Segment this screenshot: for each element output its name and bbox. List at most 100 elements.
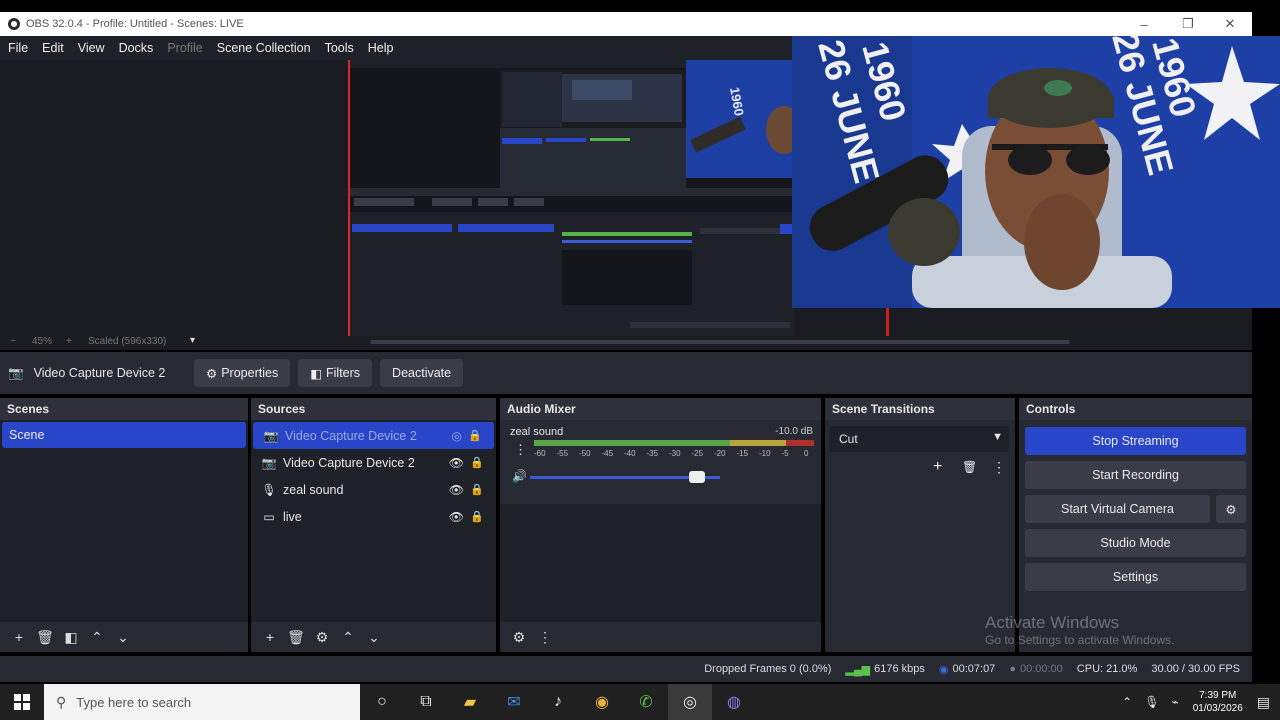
lock-icon[interactable]: 🔒 [470, 483, 484, 496]
trash-icon[interactable]: 🗑 [283, 629, 309, 646]
menu-profile[interactable]: Profile [167, 41, 202, 55]
taskbar-search[interactable]: ⚲ Type here to search [44, 684, 360, 720]
add-source-icon[interactable]: + [257, 629, 283, 645]
stream-time-status: ◉ 00:07:07 [939, 663, 995, 676]
advanced-audio-icon[interactable]: ⚙ [506, 629, 532, 646]
menu-file[interactable]: File [8, 41, 28, 55]
dropped-frames: Dropped Frames 0 (0.0%) [704, 663, 832, 675]
eye-icon[interactable]: 👁 [449, 483, 464, 497]
menu-edit[interactable]: Edit [42, 41, 64, 55]
scenes-dock: Scenes Scene + 🗑 ◧ ⌃ ⌄ [0, 398, 248, 652]
menu-docks[interactable]: Docks [119, 41, 154, 55]
start-virtual-camera-button[interactable]: Start Virtual Camera [1025, 495, 1210, 523]
bitrate-status: ▂▄▆ 6176 kbps [845, 663, 924, 676]
task-view-icon[interactable]: ⧉ [404, 684, 448, 720]
activate-windows-watermark: Activate Windows Go to Settings to activ… [985, 613, 1174, 647]
scale-label: Scaled (596x330) [88, 336, 167, 347]
eye-icon[interactable]: 👁 [449, 456, 464, 470]
live-indicator-line [886, 308, 889, 336]
deactivate-button[interactable]: Deactivate [380, 359, 464, 387]
meter-tick-label: -60 [534, 449, 546, 458]
eye-icon[interactable]: 👁 [449, 510, 464, 524]
mixer-title: Audio Mixer [500, 398, 821, 420]
lock-icon[interactable]: 🔒 [468, 429, 482, 442]
filters-button[interactable]: ◧ Filters [298, 359, 373, 387]
start-button[interactable] [0, 684, 44, 720]
settings-button[interactable]: Settings [1025, 563, 1246, 591]
transition-select[interactable]: Cut ▼ [829, 426, 1009, 452]
move-up-icon[interactable]: ⌃ [335, 629, 361, 646]
selected-source-label: Video Capture Device 2 [33, 366, 166, 380]
meter-tick-label: -20 [714, 449, 726, 458]
minimize-button[interactable]: – [1124, 12, 1164, 36]
zoom-in-icon[interactable]: + [66, 336, 72, 347]
properties-button[interactable]: ⚙ Properties [194, 359, 291, 387]
watermark-subtitle: Go to Settings to activate Windows. [985, 633, 1175, 647]
notifications-icon[interactable]: ▤ [1257, 694, 1270, 711]
virtual-camera-settings-icon[interactable]: ⚙ [1216, 495, 1246, 523]
messenger-icon[interactable]: ◍ [712, 684, 756, 720]
speaker-icon[interactable]: 🔊 [512, 469, 527, 483]
trash-icon[interactable]: 🗑 [962, 460, 977, 474]
clock[interactable]: 7:39 PM 01/03/2026 [1193, 689, 1243, 715]
monitor-icon: ▭ [263, 509, 275, 524]
rec-time-status: ● 00:00:00 [1009, 663, 1062, 675]
window-title: OBS 32.0.4 - Profile: Untitled - Scenes:… [26, 18, 244, 30]
mail-icon[interactable]: ✉ [492, 684, 536, 720]
menu-tools[interactable]: Tools [325, 41, 354, 55]
stop-streaming-button[interactable]: Stop Streaming [1025, 427, 1246, 455]
source-item[interactable]: ▭ live 👁 🔒 [251, 503, 496, 530]
scale-dropdown-icon[interactable]: ▾ [190, 335, 195, 346]
deactivate-label: Deactivate [392, 366, 452, 380]
meter-tick-label: -55 [556, 449, 569, 458]
add-scene-icon[interactable]: + [6, 629, 32, 645]
mixer-options-icon[interactable]: ⋮ [532, 629, 558, 646]
scene-filters-icon[interactable]: ◧ [58, 629, 84, 646]
zoom-out-icon[interactable]: − [10, 336, 16, 347]
source-item[interactable]: 📷 Video Capture Device 2 👁 🔒 [251, 449, 496, 476]
visibility-hidden-icon[interactable]: ◎ [452, 429, 462, 443]
move-down-icon[interactable]: ⌄ [361, 629, 387, 646]
source-item-selected[interactable]: 📷 Video Capture Device 2 ◎ 🔒 [253, 422, 494, 449]
stream-time: 00:07:07 [952, 663, 996, 675]
lock-icon[interactable]: 🔒 [470, 456, 484, 469]
preview-scrollbar[interactable] [370, 340, 1070, 344]
lock-icon[interactable]: 🔒 [470, 510, 484, 523]
tray-chevron-icon[interactable]: ⌃ [1122, 695, 1132, 709]
meter-ticks: -60 -55 -50 -45 -40 -35 -30 -25 -20 -15 -10 -5 0 [534, 449, 814, 461]
transition-menu-icon[interactable]: ⋮ [992, 459, 1006, 476]
whatsapp-icon[interactable]: ✆ [624, 684, 668, 720]
move-down-icon[interactable]: ⌄ [110, 629, 136, 646]
scene-item[interactable]: Scene [2, 422, 246, 448]
properties-label: Properties [221, 366, 279, 380]
meter-tick-label: 0 [804, 449, 809, 458]
maximize-button[interactable]: ❐ [1168, 12, 1208, 36]
chrome-icon[interactable]: ◉ [580, 684, 624, 720]
tiktok-icon[interactable]: ♪ [536, 684, 580, 720]
meter-tick-label: -5 [781, 449, 789, 458]
trash-icon[interactable]: 🗑 [32, 629, 58, 646]
meter-tick-label: -15 [736, 449, 749, 458]
microphone-tray-icon[interactable]: 🎙 [1144, 695, 1159, 709]
menu-scene-collection[interactable]: Scene Collection [217, 41, 311, 55]
menu-help[interactable]: Help [368, 41, 394, 55]
obs-taskbar-icon[interactable]: ◎ [668, 684, 712, 720]
volume-slider-handle[interactable] [689, 471, 706, 483]
studio-mode-button[interactable]: Studio Mode [1025, 529, 1246, 557]
cortana-icon[interactable]: ○ [360, 684, 404, 720]
mixer-menu-icon[interactable]: ⋮ [514, 442, 527, 458]
clock-date: 01/03/2026 [1192, 703, 1243, 714]
add-transition-icon[interactable]: + [933, 458, 942, 476]
meter-tick-label: -25 [691, 449, 704, 458]
move-up-icon[interactable]: ⌃ [84, 629, 110, 646]
record-icon: ● [1009, 663, 1016, 675]
controls-title: Controls [1019, 398, 1252, 420]
source-item[interactable]: 🎙 zeal sound 👁 🔒 [251, 476, 496, 503]
gear-icon[interactable]: ⚙ [309, 629, 335, 646]
network-icon[interactable]: ⌁ [1171, 695, 1178, 709]
close-button[interactable]: ✕ [1210, 12, 1250, 36]
menu-view[interactable]: View [78, 41, 105, 55]
file-explorer-icon[interactable]: ▰ [448, 684, 492, 720]
start-recording-button[interactable]: Start Recording [1025, 461, 1246, 489]
chevron-down-icon: ▼ [992, 431, 1003, 443]
